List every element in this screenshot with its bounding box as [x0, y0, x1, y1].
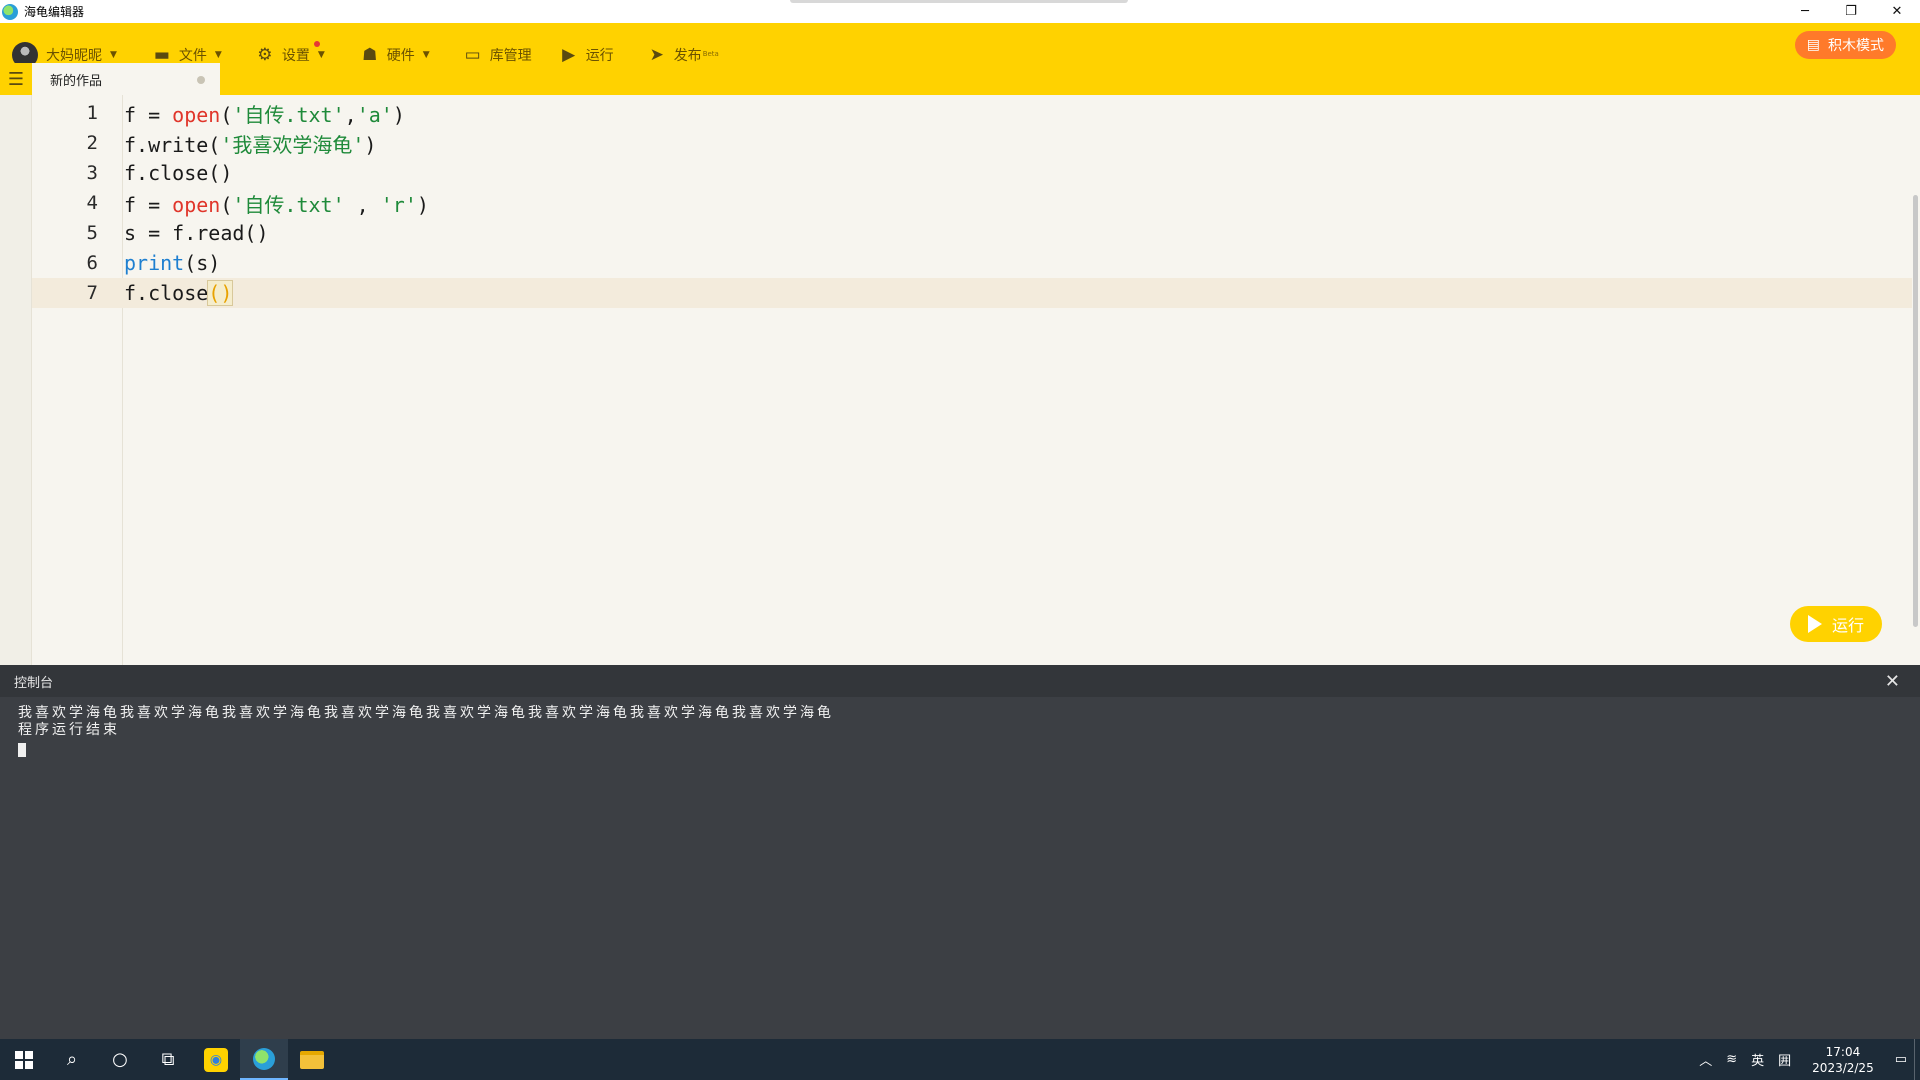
minimize-button[interactable]: ─: [1782, 0, 1828, 23]
beta-badge: Beta: [702, 49, 719, 58]
line-number: 2: [86, 132, 98, 154]
code-text: s = f.read(): [124, 221, 269, 245]
app-icon: ◉: [204, 1047, 228, 1072]
code-line[interactable]: 4 f = open('自传.txt' , 'r'): [32, 188, 1912, 218]
editor-scrollbar[interactable]: [1913, 195, 1918, 627]
library-label: 库管理: [489, 47, 532, 64]
windows-icon: [15, 1050, 33, 1069]
line-number: 7: [86, 282, 98, 304]
clock[interactable]: 17:04 2023/2/25: [1798, 1044, 1888, 1076]
chevron-up-icon[interactable]: ︿: [1692, 1050, 1719, 1069]
file-menu-label: 文件: [178, 47, 207, 64]
code-line[interactable]: 5 s = f.read(): [32, 218, 1912, 248]
user-name: 大妈昵昵: [46, 47, 102, 64]
library-button[interactable]: ▭ 库管理: [464, 35, 532, 75]
window-titlebar: 海龟编辑器 ─ ❐ ✕: [0, 0, 1920, 23]
taskbar-app-browser[interactable]: ◉: [192, 1039, 240, 1080]
console-output-line: 我喜欢学海龟我喜欢学海龟我喜欢学海龟我喜欢学海龟我喜欢学海龟我喜欢学海龟我喜欢学…: [18, 705, 834, 721]
system-tray: ︿ ≋ 英 囲 17:04 2023/2/25 ▭: [1692, 1039, 1920, 1080]
play-icon: [1807, 615, 1822, 633]
run-menu-label: 运行: [585, 47, 614, 64]
block-mode-button[interactable]: ▤ 积木模式: [1794, 31, 1896, 59]
code-text: f.close(): [124, 161, 233, 185]
app-logo-icon: [2, 3, 18, 20]
line-number: 5: [86, 222, 98, 244]
run-menu-button[interactable]: ▶ 运行: [560, 35, 614, 75]
chevron-down-icon: ▼: [422, 49, 430, 60]
top-notch: [790, 0, 1128, 3]
menu-icon[interactable]: ☰: [0, 63, 32, 95]
folder-icon: ▬: [153, 44, 170, 65]
tab-row: [0, 86, 1920, 95]
search-icon[interactable]: ⌕: [48, 1039, 96, 1080]
run-button-label: 运行: [1831, 616, 1864, 635]
code-line[interactable]: 3 f.close(): [32, 158, 1912, 188]
ime-language[interactable]: 英: [1744, 1050, 1771, 1069]
notification-dot: [313, 40, 320, 47]
line-number: 6: [86, 252, 98, 274]
window-controls: ─ ❐ ✕: [1782, 0, 1920, 23]
code-line[interactable]: 1 f = open('自传.txt','a'): [32, 98, 1912, 128]
start-button[interactable]: [0, 1039, 48, 1080]
robot-icon: ☗: [362, 44, 378, 65]
close-button[interactable]: ✕: [1874, 0, 1920, 23]
paper-plane-icon: ➤: [649, 44, 664, 65]
line-number: 3: [86, 162, 98, 184]
gear-icon: ⚙: [257, 44, 273, 65]
code-text: f.close(): [124, 280, 234, 306]
settings-menu-label: 设置: [281, 47, 310, 64]
folder-icon: [300, 1050, 324, 1069]
line-number: 4: [86, 192, 98, 214]
main-toolbar: 大妈昵昵 ▼ ▬ 文件 ▼ ⚙ 设置 ▼ ☗ 硬件 ▼ ▭ 库管理 ▶ 运行 ➤…: [0, 23, 1920, 86]
code-text: f = open('自传.txt' , 'r'): [124, 192, 429, 217]
restore-button[interactable]: ❐: [1828, 0, 1874, 23]
publish-button[interactable]: ➤ 发布 Beta: [648, 35, 719, 75]
code-line[interactable]: 6 print(s): [32, 248, 1912, 278]
task-view-icon[interactable]: ⧉: [144, 1039, 192, 1080]
line-number: 1: [86, 102, 98, 124]
code-text: print(s): [124, 251, 221, 275]
chevron-down-icon: ▼: [214, 49, 222, 60]
inbox-icon: ▭: [464, 44, 481, 65]
taskbar: ⌕ ○ ⧉ ◉ ︿ ≋ 英 囲 17:04 2023/2/25 ▭: [0, 1039, 1920, 1080]
code-text: f.write('我喜欢学海龟'): [124, 132, 377, 157]
code-editor[interactable]: 1 f = open('自传.txt','a') 2 f.write('我喜欢学…: [32, 95, 1920, 665]
ime-mode[interactable]: 囲: [1771, 1050, 1798, 1069]
tab-label: 新的作品: [50, 73, 103, 89]
wifi-icon[interactable]: ≋: [1719, 1052, 1744, 1067]
block-mode-label: 积木模式: [1828, 38, 1884, 54]
console-panel: 控制台 ✕ 我喜欢学海龟我喜欢学海龟我喜欢学海龟我喜欢学海龟我喜欢学海龟我喜欢学…: [0, 665, 1920, 1039]
hardware-menu[interactable]: ☗ 硬件 ▼: [361, 35, 430, 75]
close-icon[interactable]: ✕: [1885, 671, 1900, 692]
chevron-down-icon: ▼: [317, 49, 325, 60]
settings-menu[interactable]: ⚙ 设置 ▼: [256, 35, 325, 75]
clock-date: 2023/2/25: [1812, 1060, 1874, 1075]
tab-new-work[interactable]: 新的作品: [32, 63, 220, 95]
play-circle-icon: ▶: [562, 44, 576, 65]
unsaved-dot[interactable]: [197, 76, 205, 84]
turtle-editor-icon: [253, 1047, 275, 1070]
console-output-line: 程序运行结束: [18, 722, 120, 738]
chevron-down-icon: ▼: [110, 49, 117, 60]
console-cursor: [18, 743, 26, 757]
cortana-icon[interactable]: ○: [96, 1039, 144, 1080]
clock-time: 17:04: [1825, 1044, 1861, 1059]
left-strip: [0, 95, 32, 665]
code-line-active[interactable]: 7 f.close(): [32, 278, 1912, 308]
publish-label: 发布: [673, 47, 702, 64]
code-line[interactable]: 2 f.write('我喜欢学海龟'): [32, 128, 1912, 158]
show-desktop-button[interactable]: [1914, 1039, 1920, 1080]
console-header: 控制台 ✕: [0, 665, 1920, 697]
taskbar-app-turtle-editor[interactable]: [240, 1039, 288, 1080]
window-title: 海龟编辑器: [24, 5, 85, 19]
run-button[interactable]: 运行: [1790, 606, 1882, 642]
notification-icon[interactable]: ▭: [1888, 1052, 1914, 1067]
console-title: 控制台: [14, 675, 54, 691]
hardware-menu-label: 硬件: [386, 47, 415, 64]
taskbar-app-file-explorer[interactable]: [288, 1039, 336, 1080]
blocks-icon: ▤: [1806, 37, 1820, 53]
code-text: f = open('自传.txt','a'): [124, 102, 405, 127]
console-output[interactable]: 我喜欢学海龟我喜欢学海龟我喜欢学海龟我喜欢学海龟我喜欢学海龟我喜欢学海龟我喜欢学…: [0, 697, 1920, 765]
